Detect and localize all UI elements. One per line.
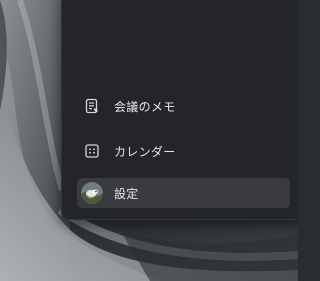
menu-item-label: カレンダー	[114, 144, 176, 159]
menu-item-settings[interactable]: 設定	[77, 178, 290, 208]
calendar-icon	[77, 136, 107, 166]
desktop-background: 会議のメモ カレンダー 設定	[0, 0, 298, 281]
context-menu: 会議のメモ カレンダー 設定	[61, 0, 298, 220]
avatar	[77, 178, 107, 208]
menu-item-calendar[interactable]: カレンダー	[77, 136, 290, 166]
note-icon	[77, 91, 107, 121]
menu-item-label: 設定	[114, 186, 139, 201]
menu-item-meeting-notes[interactable]: 会議のメモ	[77, 91, 290, 121]
menu-item-label: 会議のメモ	[114, 99, 176, 114]
